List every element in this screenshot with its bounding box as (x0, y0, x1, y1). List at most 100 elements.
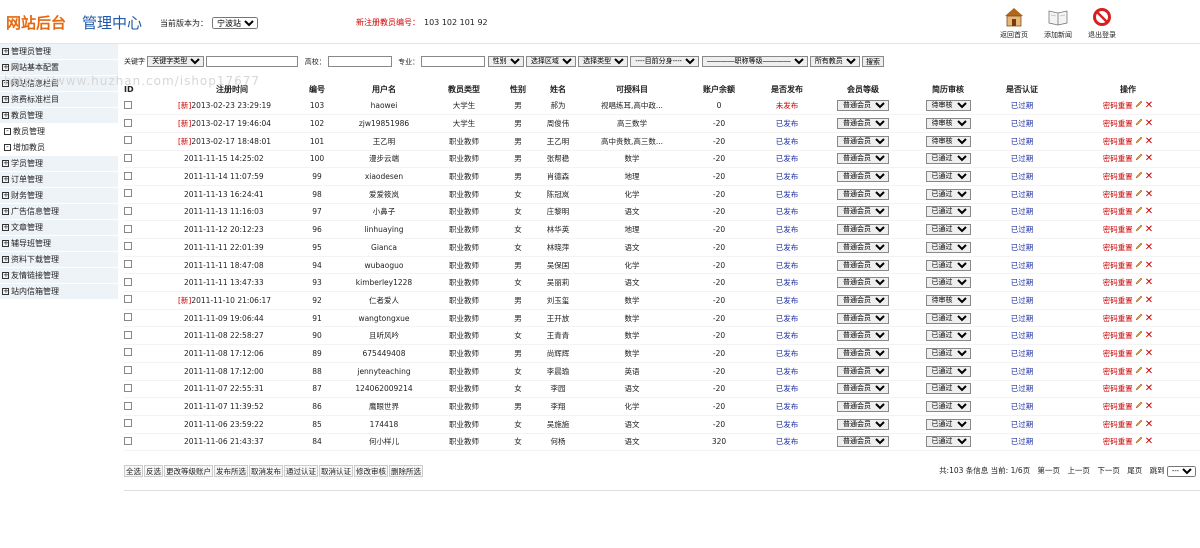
edit-icon[interactable] (1135, 189, 1143, 197)
password-reset-link[interactable]: 密码重置 (1103, 296, 1133, 305)
delete-icon[interactable]: ✕ (1145, 401, 1153, 412)
edit-icon[interactable] (1135, 118, 1143, 126)
publish-status[interactable]: 已发布 (776, 207, 799, 216)
delete-icon[interactable]: ✕ (1145, 189, 1153, 200)
publish-status[interactable]: 已发布 (776, 296, 799, 305)
keyword-input[interactable] (206, 56, 299, 67)
review-select[interactable]: 已通过 (925, 347, 971, 359)
delete-icon[interactable]: ✕ (1145, 295, 1153, 306)
member-level-select[interactable]: 普通会员 (837, 224, 889, 236)
row-checkbox[interactable] (124, 401, 132, 410)
password-reset-link[interactable]: 密码重置 (1103, 420, 1133, 429)
row-checkbox[interactable] (124, 295, 132, 304)
row-checkbox[interactable] (124, 153, 132, 162)
row-checkbox[interactable] (124, 366, 132, 375)
password-reset-link[interactable]: 密码重置 (1103, 190, 1133, 199)
row-checkbox[interactable] (124, 242, 132, 251)
password-reset-link[interactable]: 密码重置 (1103, 402, 1133, 411)
edit-icon[interactable] (1135, 436, 1143, 444)
sidebar-item[interactable]: + 广告信息管理 (0, 204, 118, 220)
review-select[interactable]: 已通过 (925, 277, 971, 289)
bulk-action-button[interactable]: 修改审核 (354, 465, 388, 477)
publish-status[interactable]: 已发布 (776, 331, 799, 340)
review-select[interactable]: 待审核 (925, 294, 971, 306)
row-checkbox[interactable] (124, 436, 132, 445)
row-checkbox[interactable] (124, 313, 132, 322)
cert-status[interactable]: 已过期 (1011, 278, 1034, 287)
review-select[interactable]: 已通过 (925, 330, 971, 342)
jump-select[interactable]: --- (1167, 466, 1196, 477)
member-level-select[interactable]: 普通会员 (837, 153, 889, 165)
password-reset-link[interactable]: 密码重置 (1103, 278, 1133, 287)
edit-icon[interactable] (1135, 224, 1143, 232)
review-select[interactable]: 已通过 (925, 224, 971, 236)
cert-status[interactable]: 已过期 (1011, 119, 1034, 128)
cert-status[interactable]: 已过期 (1011, 243, 1034, 252)
sidebar-item[interactable]: + 资料下载管理 (0, 252, 118, 268)
password-reset-link[interactable]: 密码重置 (1103, 243, 1133, 252)
cert-status[interactable]: 已过期 (1011, 296, 1034, 305)
publish-status[interactable]: 已发布 (776, 190, 799, 199)
sidebar-item[interactable]: + 资费标准栏目 (0, 92, 118, 108)
review-select[interactable]: 已通过 (925, 365, 971, 377)
delete-icon[interactable]: ✕ (1145, 260, 1153, 271)
edit-icon[interactable] (1135, 260, 1143, 268)
password-reset-link[interactable]: 密码重置 (1103, 172, 1133, 181)
cert-status[interactable]: 已过期 (1011, 437, 1034, 446)
review-select[interactable]: 已通过 (925, 206, 971, 218)
delete-icon[interactable]: ✕ (1145, 136, 1153, 147)
member-level-select[interactable]: 普通会员 (837, 135, 889, 147)
cert-status[interactable]: 已过期 (1011, 384, 1034, 393)
publish-status[interactable]: 已发布 (776, 137, 799, 146)
cert-status[interactable]: 已过期 (1011, 349, 1034, 358)
delete-icon[interactable]: ✕ (1145, 171, 1153, 182)
edit-icon[interactable] (1135, 419, 1143, 427)
row-checkbox[interactable] (124, 206, 132, 215)
row-checkbox[interactable] (124, 189, 132, 198)
delete-icon[interactable]: ✕ (1145, 330, 1153, 341)
edit-icon[interactable] (1135, 330, 1143, 338)
row-checkbox[interactable] (124, 277, 132, 286)
cert-status[interactable]: 已过期 (1011, 367, 1034, 376)
publish-status[interactable]: 已发布 (776, 314, 799, 323)
password-reset-link[interactable]: 密码重置 (1103, 137, 1133, 146)
row-checkbox[interactable] (124, 260, 132, 269)
member-level-select[interactable]: 普通会员 (837, 365, 889, 377)
row-checkbox[interactable] (124, 224, 132, 233)
bulk-action-button[interactable]: 取消认证 (319, 465, 353, 477)
review-select[interactable]: 已通过 (925, 259, 971, 271)
review-select[interactable]: 已通过 (925, 241, 971, 253)
type-select[interactable]: 选择类型 (578, 56, 629, 67)
all-teachers-select[interactable]: 所有教员 (809, 56, 860, 67)
member-level-select[interactable]: 普通会员 (837, 241, 889, 253)
edit-icon[interactable] (1135, 100, 1143, 108)
bulk-action-button[interactable]: 更改等级账户 (164, 465, 213, 477)
cert-status[interactable]: 已过期 (1011, 314, 1034, 323)
publish-status[interactable]: 未发布 (776, 101, 799, 110)
school-input[interactable] (327, 56, 392, 67)
password-reset-link[interactable]: 密码重置 (1103, 154, 1133, 163)
publish-status[interactable]: 已发布 (776, 261, 799, 270)
sidebar-item[interactable]: + 站内信箱管理 (0, 284, 118, 300)
edit-icon[interactable] (1135, 277, 1143, 285)
sidebar-item[interactable]: + 辅导班管理 (0, 236, 118, 252)
review-select[interactable]: 已通过 (925, 418, 971, 430)
bulk-action-button[interactable]: 发布所选 (214, 465, 248, 477)
delete-icon[interactable]: ✕ (1145, 242, 1153, 253)
bulk-action-button[interactable]: 通过认证 (284, 465, 318, 477)
sidebar-item[interactable]: + 文章管理 (0, 220, 118, 236)
member-level-select[interactable]: 普通会员 (837, 118, 889, 130)
cert-status[interactable]: 已过期 (1011, 137, 1034, 146)
delete-icon[interactable]: ✕ (1145, 224, 1153, 235)
member-level-select[interactable]: 普通会员 (837, 383, 889, 395)
sidebar-item[interactable]: + 订单管理 (0, 172, 118, 188)
member-level-select[interactable]: 普通会员 (837, 401, 889, 413)
review-select[interactable]: 已通过 (925, 171, 971, 183)
publish-status[interactable]: 已发布 (776, 349, 799, 358)
home-button[interactable]: 返回首页 (992, 6, 1036, 40)
review-select[interactable]: 待审核 (925, 118, 971, 130)
row-checkbox[interactable] (124, 171, 132, 180)
password-reset-link[interactable]: 密码重置 (1103, 225, 1133, 234)
cert-status[interactable]: 已过期 (1011, 190, 1034, 199)
publish-status[interactable]: 已发布 (776, 225, 799, 234)
